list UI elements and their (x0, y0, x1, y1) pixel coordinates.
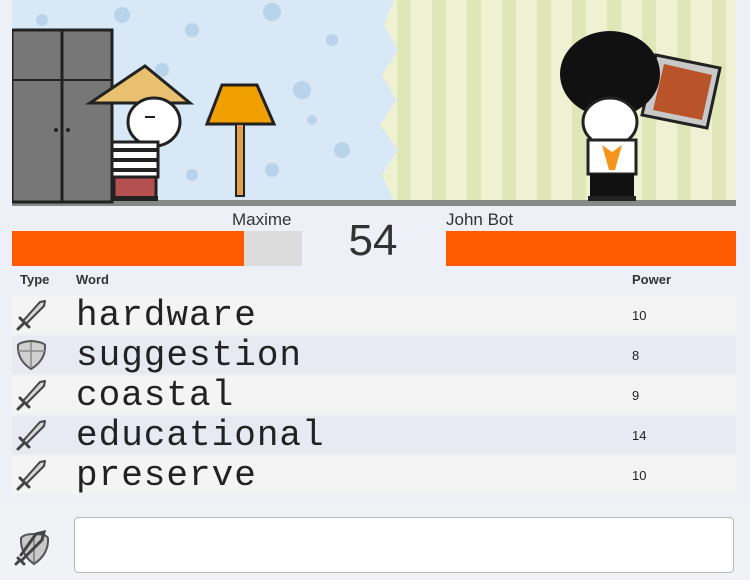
word-power: 9 (632, 388, 640, 403)
shield-icon (14, 339, 48, 371)
player-health-bar (12, 231, 302, 266)
sword-icon (14, 459, 48, 491)
word-text: educational (76, 415, 325, 456)
word-power: 8 (632, 348, 640, 363)
sword-icon (14, 379, 48, 411)
opponent-health-bar (446, 231, 736, 266)
word-row[interactable]: preserve 10 (12, 455, 736, 496)
sword-icon (14, 419, 48, 451)
type-column-header: Type (20, 272, 50, 287)
word-table-header: Type Word Power (0, 272, 750, 294)
opponent-health-fill (446, 231, 736, 266)
word-power: 14 (632, 428, 647, 443)
word-power: 10 (632, 308, 647, 323)
word-text: hardware (76, 295, 257, 336)
power-column-header: Power (632, 272, 672, 287)
word-column-header: Word (76, 272, 109, 287)
word-row[interactable]: suggestion 8 (12, 335, 736, 376)
word-power: 10 (632, 468, 647, 483)
word-row[interactable]: coastal 9 (12, 375, 736, 416)
word-text: coastal (76, 375, 235, 416)
word-list: hardware 10 suggestion 8 coastal 9 educational… (12, 296, 736, 496)
sword-icon (14, 299, 48, 331)
word-row[interactable]: hardware 10 (12, 295, 736, 336)
battle-hud: Maxime 54 John Bot (0, 206, 750, 266)
sword-shield-icon (14, 529, 50, 566)
opponent-name: John Bot (446, 210, 514, 229)
word-input[interactable] (74, 517, 734, 573)
wardrobe (12, 28, 114, 204)
input-area (0, 506, 750, 580)
word-text: preserve (76, 455, 257, 496)
word-text: suggestion (76, 335, 303, 376)
battle-scene (12, 0, 736, 206)
countdown-timer: 54 (348, 216, 398, 265)
player-health-fill (12, 231, 244, 266)
word-row[interactable]: educational 14 (12, 415, 736, 456)
player-name: Maxime (232, 210, 292, 229)
